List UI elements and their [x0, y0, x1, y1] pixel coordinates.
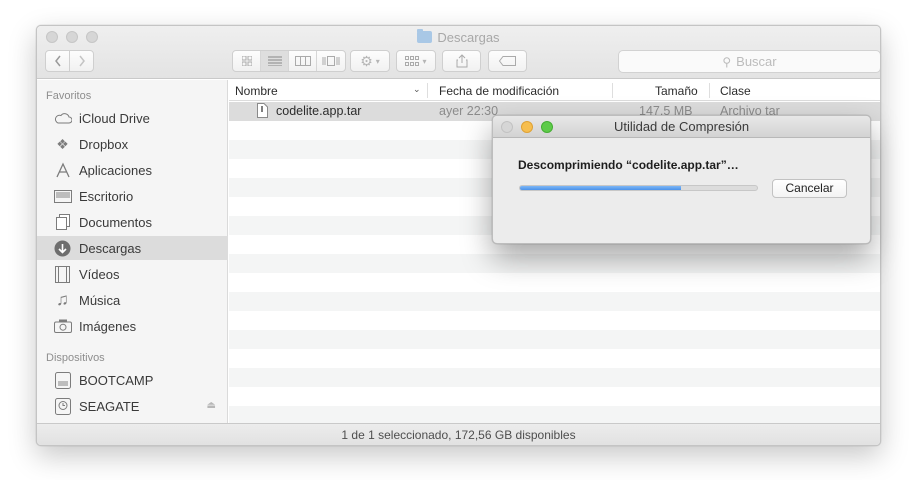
- eject-icon[interactable]: ⏏: [207, 400, 216, 411]
- empty-row: [229, 311, 880, 330]
- list-view-icon: [267, 56, 282, 66]
- sidebar-item-icloud-drive[interactable]: iCloud Drive: [37, 106, 228, 130]
- camera-icon: [53, 318, 72, 335]
- chevron-down-icon: ▾: [375, 56, 380, 66]
- column-view-icon: [294, 56, 311, 66]
- column-divider[interactable]: [709, 83, 710, 98]
- sidebar-item-musica[interactable]: ♫ Música: [37, 288, 228, 312]
- tag-icon: [498, 56, 516, 66]
- progress-fill: [520, 186, 682, 190]
- back-button[interactable]: [45, 50, 70, 72]
- dialog-close-button[interactable]: [501, 121, 513, 133]
- empty-row: [229, 368, 880, 387]
- file-date: ayer 22:30: [439, 104, 499, 118]
- search-placeholder: Buscar: [736, 54, 777, 69]
- file-icon: [257, 103, 268, 121]
- arrange-grid-icon: [405, 56, 420, 66]
- share-button[interactable]: [442, 50, 481, 72]
- music-icon: ♫: [56, 290, 69, 309]
- gear-icon: ⚙: [360, 52, 373, 69]
- status-bar: 1 de 1 seleccionado, 172,56 GB disponibl…: [37, 423, 880, 445]
- column-nombre[interactable]: Nombre: [235, 84, 278, 98]
- coverflow-view-button[interactable]: [317, 51, 345, 71]
- window-title-area: Descargas: [37, 29, 880, 45]
- sidebar-item-aplicaciones[interactable]: Aplicaciones: [37, 158, 228, 182]
- sidebar: Favoritos iCloud Drive ❖ Dropbox Aplicac…: [37, 80, 228, 423]
- cloud-icon: [53, 110, 72, 127]
- time-machine-disk-icon: [53, 397, 72, 415]
- dialog-minimize-button[interactable]: [521, 121, 533, 133]
- sidebar-item-escritorio[interactable]: Escritorio: [37, 184, 228, 208]
- cancel-button[interactable]: Cancelar: [772, 179, 847, 198]
- chevron-left-icon: [54, 55, 61, 67]
- dialog-title: Utilidad de Compresión: [613, 119, 750, 134]
- empty-row: [229, 254, 880, 273]
- column-divider[interactable]: [427, 83, 428, 98]
- sidebar-item-label: Imágenes: [79, 318, 137, 334]
- empty-row: [229, 292, 880, 311]
- sidebar-item-label: Aplicaciones: [79, 162, 152, 178]
- empty-row: [229, 273, 880, 292]
- sidebar-item-label: Vídeos: [79, 266, 120, 282]
- sidebar-item-label: BOOTCAMP: [79, 372, 154, 388]
- sidebar-item-bootcamp[interactable]: BOOTCAMP: [37, 368, 228, 392]
- sidebar-item-videos[interactable]: Vídeos: [37, 262, 228, 286]
- dialog-zoom-button[interactable]: [541, 121, 553, 133]
- applications-icon: [53, 162, 72, 179]
- column-divider[interactable]: [612, 83, 613, 98]
- downloads-icon: [53, 240, 72, 257]
- film-icon: [53, 265, 72, 283]
- documents-icon: [53, 214, 72, 231]
- share-icon: [456, 54, 467, 68]
- folder-icon: [417, 29, 433, 43]
- empty-row: [229, 330, 880, 349]
- sidebar-item-label: Dropbox: [79, 136, 129, 152]
- tag-button[interactable]: [488, 50, 527, 72]
- chevron-down-icon: ▾: [422, 56, 427, 66]
- column-fecha[interactable]: Fecha de modificación: [439, 84, 559, 98]
- compression-dialog: Utilidad de Compresión Descomprimiendo “…: [492, 115, 871, 244]
- sidebar-item-label: Música: [79, 292, 121, 308]
- title-bar: Descargas ⚙ ▾ ▾ ⚲ Buscar: [37, 26, 880, 79]
- sidebar-item-label: Escritorio: [79, 188, 134, 204]
- sidebar-item-label: Documentos: [79, 214, 152, 230]
- coverflow-view-icon: [322, 56, 340, 66]
- column-tamano[interactable]: Tamaño: [655, 84, 698, 98]
- sidebar-item-dropbox[interactable]: ❖ Dropbox: [37, 132, 228, 156]
- sidebar-item-documentos[interactable]: Documentos: [37, 210, 228, 234]
- sidebar-item-label: iCloud Drive: [79, 110, 150, 126]
- sidebar-item-label: Descargas: [79, 240, 142, 256]
- empty-row: [229, 349, 880, 368]
- progress-bar: [519, 185, 758, 191]
- file-name: codelite.app.tar: [276, 104, 362, 118]
- empty-row: [229, 387, 880, 406]
- column-header: Nombre ⌄ Fecha de modificación Tamaño Cl…: [229, 80, 880, 101]
- dropbox-icon: ❖: [56, 135, 69, 152]
- disk-icon: [53, 371, 72, 389]
- arrange-menu-button[interactable]: ▾: [396, 50, 436, 72]
- action-menu-button[interactable]: ⚙ ▾: [350, 50, 390, 72]
- list-view-button[interactable]: [261, 51, 289, 71]
- forward-button[interactable]: [69, 50, 94, 72]
- column-clase[interactable]: Clase: [720, 84, 751, 98]
- icon-view-button[interactable]: [233, 51, 261, 71]
- sidebar-heading-favoritos: Favoritos: [46, 90, 92, 102]
- search-icon: ⚲: [722, 54, 732, 69]
- sidebar-item-imagenes[interactable]: Imágenes: [37, 314, 228, 338]
- sort-chevron-down-icon: ⌄: [413, 84, 421, 94]
- sidebar-heading-dispositivos: Dispositivos: [46, 352, 105, 364]
- sidebar-item-label: SEAGATE: [79, 398, 140, 414]
- window-title: Descargas: [437, 30, 500, 45]
- progress-message: Descomprimiendo “codelite.app.tar”…: [518, 158, 739, 172]
- desktop-icon: [53, 188, 72, 205]
- view-switcher: [232, 50, 346, 72]
- sidebar-item-descargas[interactable]: Descargas: [37, 236, 228, 260]
- icon-view-icon: [241, 56, 252, 66]
- chevron-right-icon: [78, 55, 85, 67]
- sidebar-item-seagate[interactable]: SEAGATE ⏏: [37, 394, 228, 418]
- search-field[interactable]: ⚲ Buscar: [618, 50, 880, 73]
- column-view-button[interactable]: [289, 51, 317, 71]
